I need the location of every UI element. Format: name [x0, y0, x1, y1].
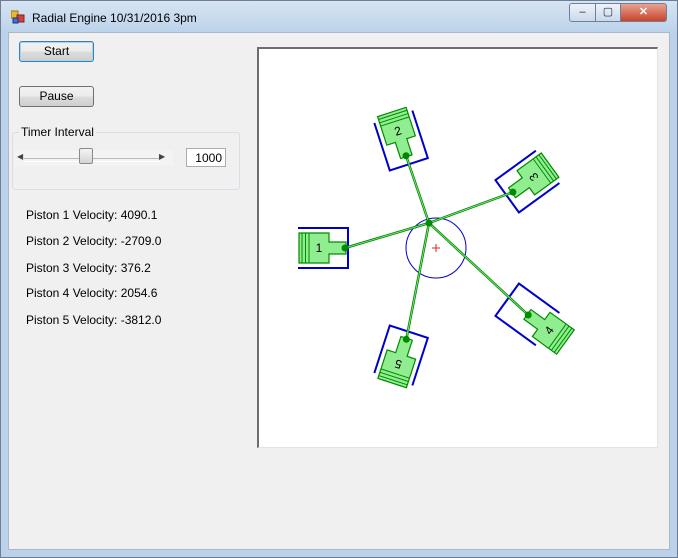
app-window: Radial Engine 10/31/2016 3pm ‒ ▢ ✕ Start…: [0, 0, 678, 558]
piston-1-velocity: Piston 1 Velocity: 4090.1: [26, 208, 158, 222]
timer-interval-label: Timer Interval: [19, 125, 96, 139]
crank-center-marker: [432, 244, 440, 252]
minimize-button[interactable]: ‒: [569, 3, 596, 22]
window-title: Radial Engine 10/31/2016 3pm: [32, 11, 197, 25]
maximize-button[interactable]: ▢: [595, 3, 621, 22]
slider-left-arrow-icon[interactable]: ◀: [17, 150, 25, 164]
piston-1: 1: [298, 232, 347, 264]
connecting-rod-3-highlight: [428, 191, 513, 224]
app-icon: [11, 10, 25, 24]
wrist-pin-3: [509, 188, 517, 196]
title-bar[interactable]: Radial Engine 10/31/2016 3pm ‒ ▢ ✕: [1, 1, 677, 32]
slider-right-arrow-icon[interactable]: ▶: [159, 150, 167, 164]
slider-thumb[interactable]: [79, 148, 94, 164]
connecting-rod-2-highlight: [405, 155, 430, 224]
piston-4-velocity: Piston 4 Velocity: 2054.6: [26, 286, 158, 300]
engine-drawing: 12345: [298, 106, 576, 389]
connecting-rod-5-highlight: [405, 222, 430, 340]
wrist-pin-1: [341, 244, 349, 252]
wrist-pin-5: [402, 335, 410, 343]
close-button[interactable]: ✕: [620, 3, 667, 22]
wrist-pin-2: [402, 152, 410, 160]
piston-1-label: 1: [316, 241, 323, 255]
piston-5-velocity: Piston 5 Velocity: -3812.0: [26, 313, 162, 327]
start-button[interactable]: Start: [19, 41, 94, 62]
connecting-rod-1-highlight: [344, 222, 430, 249]
connecting-rod-4-highlight: [428, 222, 529, 316]
crankpin: [425, 219, 433, 227]
piston-4: 4: [523, 308, 576, 356]
piston-2-velocity: Piston 2 Velocity: -2709.0: [26, 234, 162, 248]
piston-3-velocity: Piston 3 Velocity: 376.2: [26, 261, 151, 275]
piston-1-body: [298, 232, 347, 264]
wrist-pin-4: [524, 311, 532, 319]
engine-canvas: 12345: [257, 47, 658, 448]
client-area: Start Pause Timer Interval ◀ ▶ Piston 1 …: [8, 32, 670, 550]
timer-interval-input[interactable]: [186, 148, 226, 167]
pause-button[interactable]: Pause: [19, 86, 94, 107]
piston-3: 3: [507, 152, 560, 199]
